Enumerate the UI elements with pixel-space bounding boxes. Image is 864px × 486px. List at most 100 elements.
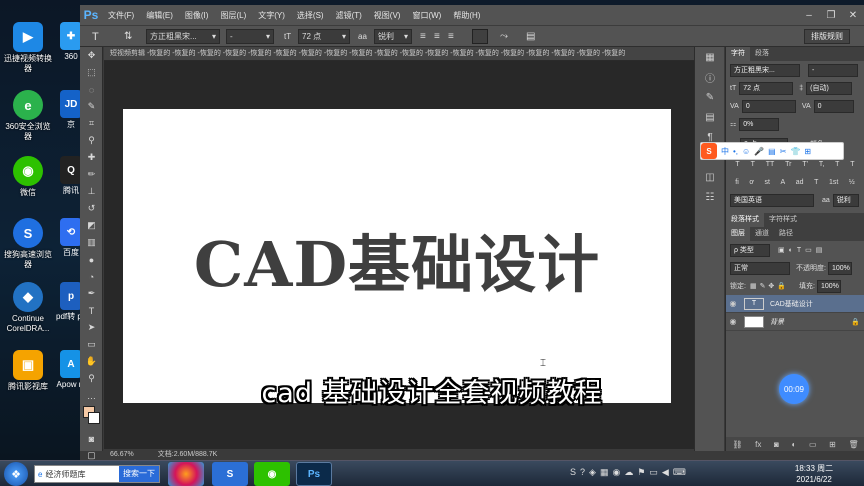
ime-grid-icon[interactable]: ⊞	[802, 147, 813, 156]
shape-tool-icon[interactable]: ▭	[80, 336, 103, 353]
font-size-select[interactable]: 72 点 ▾	[298, 29, 350, 44]
strikethrough-icon[interactable]: T	[850, 161, 854, 168]
menu-select[interactable]: 选择(S)	[291, 10, 330, 21]
tab-character-styles[interactable]: 字符样式	[764, 213, 802, 227]
minimize-icon[interactable]: –	[798, 5, 820, 25]
document-canvas[interactable]: CAD基础设计 ⌶	[123, 109, 671, 403]
blur-tool-icon[interactable]: ●	[80, 251, 103, 268]
ime-skin-icon[interactable]: 👕	[788, 147, 802, 156]
taskbar-app-wechat-icon[interactable]: ◉	[254, 462, 290, 486]
blend-mode-select[interactable]: 正常	[730, 261, 790, 275]
path-select-icon[interactable]: ➤	[80, 319, 103, 336]
panel-kerning[interactable]: 0	[741, 99, 796, 113]
tray-monitor-icon[interactable]: ▭	[649, 467, 658, 478]
alt-ligature-icon[interactable]: ơ	[749, 179, 754, 186]
tray-flag-icon[interactable]: ⚑	[637, 467, 645, 478]
document-tab[interactable]: 短视频剪辑 -恢复的 -恢复的 -恢复的 -恢复的 -恢复的 -恢复的 -恢复的…	[104, 47, 694, 61]
fractions-icon[interactable]: ½	[849, 179, 855, 186]
desktop-icon-video-converter[interactable]: ▶ 迅捷视频转换器	[3, 22, 53, 74]
font-family-select[interactable]: 方正粗黑宋... ▾	[146, 29, 220, 44]
tray-volume-icon[interactable]: ◀	[662, 467, 669, 478]
menu-file[interactable]: 文件(F)	[102, 10, 140, 21]
healing-tool-icon[interactable]: ✚	[80, 149, 103, 166]
ime-punct-icon[interactable]: •,	[731, 147, 740, 156]
swatches-panel-icon[interactable]: ▤	[695, 107, 725, 127]
small-caps-icon[interactable]: Tr	[785, 161, 791, 168]
all-caps-icon[interactable]: TT	[766, 161, 775, 168]
ornaments-icon[interactable]: T	[814, 179, 818, 186]
filter-icons[interactable]: ▣◐T▭▤	[778, 246, 826, 254]
ime-voice-icon[interactable]: 🎤	[752, 147, 766, 156]
taskbar-app-photoshop-icon[interactable]: Ps	[296, 462, 332, 486]
visibility-eye-icon[interactable]: ◉	[726, 317, 740, 326]
marquee-tool-icon[interactable]: ⬚	[80, 64, 103, 81]
fill-field[interactable]: 100%	[816, 279, 841, 293]
close-icon[interactable]: ✕	[842, 5, 864, 25]
menu-window[interactable]: 窗口(W)	[406, 10, 447, 21]
tab-channels[interactable]: 通道	[750, 227, 774, 241]
dodge-tool-icon[interactable]: ◔	[80, 268, 103, 285]
panel-scale[interactable]: 0%	[739, 117, 780, 131]
lock-icons[interactable]: ▦✎✥🔒	[750, 282, 789, 290]
warp-text-icon[interactable]: ⤳	[500, 29, 508, 44]
menu-layer[interactable]: 图层(L)	[214, 10, 252, 21]
fx-icon[interactable]: fx	[755, 440, 761, 449]
panel-leading[interactable]: (自动)	[806, 81, 853, 95]
menu-edit[interactable]: 编辑(E)	[140, 10, 179, 21]
layer-row[interactable]: ◉ T CAD基础设计	[726, 295, 864, 313]
tray-network-icon[interactable]: ▦	[600, 467, 609, 478]
desktop-icon-sogou-browser[interactable]: S 搜狗高速浏览器	[3, 218, 53, 270]
brush-panel-icon[interactable]: ✎	[695, 87, 725, 107]
taskbar-app-sogou-icon[interactable]: S	[212, 462, 248, 486]
menu-help[interactable]: 帮助(H)	[447, 10, 486, 21]
tab-paragraph-styles[interactable]: 段落样式	[726, 213, 764, 227]
text-color-swatch[interactable]	[472, 29, 488, 44]
menu-filter[interactable]: 滤镜(T)	[330, 10, 368, 21]
tray-chat-icon[interactable]: ◉	[612, 467, 620, 478]
ime-tools-icon[interactable]: ✂	[778, 147, 789, 156]
menu-image[interactable]: 图像(I)	[179, 10, 215, 21]
ligature-icon[interactable]: fi	[735, 179, 739, 186]
layer-row[interactable]: ◉ 背景 🔒	[726, 313, 864, 331]
start-button[interactable]: ❖	[4, 462, 28, 486]
panel-font-size[interactable]: 72 点	[739, 81, 794, 95]
antialias-select[interactable]: 锐利 ▾	[374, 29, 412, 44]
subscript-icon[interactable]: T,	[819, 161, 824, 168]
menu-type[interactable]: 文字(Y)	[252, 10, 291, 21]
text-orientation-icon[interactable]: ⇅	[124, 29, 132, 44]
workspace-button[interactable]: 排版规则	[804, 29, 850, 44]
group-icon[interactable]: ▭	[809, 440, 817, 449]
tray-sogou-icon[interactable]: S	[570, 467, 576, 478]
opacity-field[interactable]: 100%	[827, 261, 852, 275]
titling-icon[interactable]: ad	[796, 179, 804, 186]
eyedropper-tool-icon[interactable]: ⚲	[80, 132, 103, 149]
tab-paragraph[interactable]: 段落	[750, 47, 774, 61]
menu-view[interactable]: 视图(V)	[368, 10, 407, 21]
tab-layers[interactable]: 图层	[726, 227, 750, 241]
panel-font-family[interactable]: 方正粗黑宋...	[730, 63, 800, 77]
font-style-select[interactable]: - ▾	[226, 29, 274, 44]
underline-icon[interactable]: T	[835, 161, 839, 168]
search-button[interactable]: 搜索一下	[119, 466, 159, 482]
type-tool-icon[interactable]: T	[92, 29, 99, 44]
faux-bold-icon[interactable]: T	[735, 161, 739, 168]
lasso-tool-icon[interactable]: ◌	[80, 81, 103, 98]
desktop-icon-360-browser[interactable]: e 360安全浏览器	[3, 90, 53, 142]
stamp-tool-icon[interactable]: ⊥	[80, 183, 103, 200]
panel-aa-select[interactable]: 锐利	[832, 193, 859, 207]
eraser-tool-icon[interactable]: ◩	[80, 217, 103, 234]
mask-icon[interactable]: ◙	[774, 440, 779, 449]
ime-mode-chinese[interactable]: 中	[719, 146, 731, 157]
adjust-panel-icon[interactable]: ☷	[695, 187, 725, 207]
tray-keyboard-icon[interactable]: ⌨	[673, 467, 686, 478]
ime-emoji-icon[interactable]: ☺	[740, 147, 752, 156]
link-icon[interactable]: ⛓	[732, 440, 742, 449]
taskbar-search[interactable]: e 经济师题库 搜索一下	[34, 465, 160, 483]
quick-select-tool-icon[interactable]: ✎	[80, 98, 103, 115]
tray-shield-icon[interactable]: ◈	[589, 467, 596, 478]
ordinals-icon[interactable]: 1st	[829, 179, 838, 186]
hand-tool-icon[interactable]: ✋	[80, 353, 103, 370]
pen-tool-icon[interactable]: ✒	[80, 285, 103, 302]
taskbar-clock[interactable]: 18:33 周二 2021/6/22	[784, 463, 844, 485]
stylistic-icon[interactable]: A	[781, 179, 786, 186]
